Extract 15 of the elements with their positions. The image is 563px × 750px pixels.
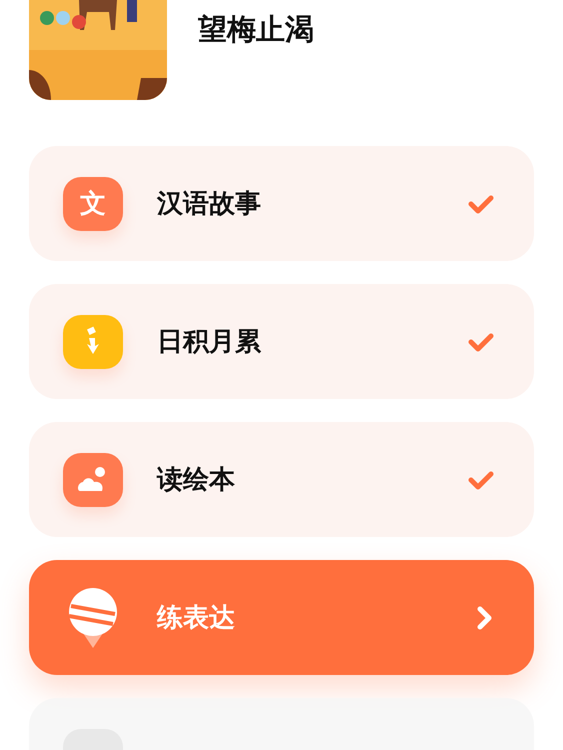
text-icon: 文 [63, 176, 123, 230]
checkmark-icon [468, 194, 494, 214]
lesson-step-card[interactable]: 读绘本 [29, 422, 534, 537]
info-icon [63, 314, 123, 368]
step-label: 读绘本 [157, 464, 236, 497]
lesson-title: 望梅止渴 [198, 11, 314, 48]
lesson-step-card[interactable]: 文 汉语故事 [29, 146, 534, 261]
step-label: 汉语故事 [157, 188, 262, 221]
chevron-right-icon [476, 604, 494, 630]
image-icon [63, 452, 123, 506]
checkmark-icon [468, 332, 494, 352]
checkmark-icon [468, 470, 494, 490]
step-label: 练表达 [157, 602, 236, 635]
step-label: 日积月累 [157, 326, 262, 359]
lesson-step-card[interactable]: 日积月累 [29, 284, 534, 399]
